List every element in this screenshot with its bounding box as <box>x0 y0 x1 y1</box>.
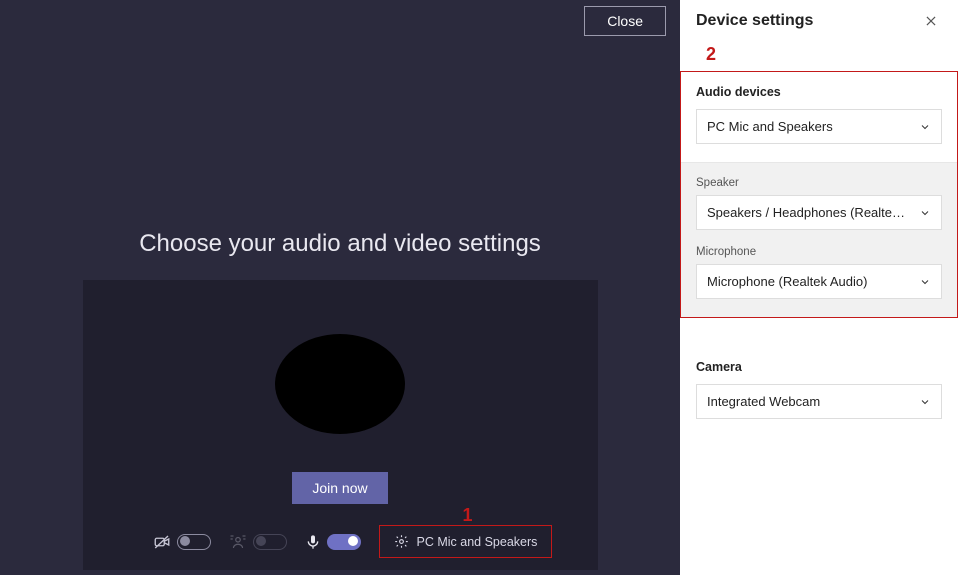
video-preview-card: Join now 1 <box>83 280 598 570</box>
camera-select[interactable]: Integrated Webcam <box>696 384 942 419</box>
audio-devices-highlight: Audio devices PC Mic and Speakers Speake… <box>680 71 958 318</box>
speaker-select[interactable]: Speakers / Headphones (Realtek Aud... <box>696 195 942 230</box>
join-now-button[interactable]: Join now <box>292 472 387 504</box>
panel-header: Device settings <box>680 12 958 40</box>
avatar-placeholder <box>275 334 405 434</box>
chevron-down-icon <box>919 276 931 288</box>
audio-device-select[interactable]: PC Mic and Speakers <box>696 109 942 144</box>
chevron-down-icon <box>919 207 931 219</box>
microphone-label: Microphone <box>696 246 942 258</box>
mic-toggle[interactable] <box>327 534 361 550</box>
panel-close-button[interactable] <box>920 12 942 30</box>
speaker-mic-group: Speaker Speakers / Headphones (Realtek A… <box>680 163 958 318</box>
camera-value: Integrated Webcam <box>707 394 820 409</box>
close-button[interactable]: Close <box>584 6 666 36</box>
audio-device-value: PC Mic and Speakers <box>707 119 833 134</box>
camera-toggle[interactable] <box>177 534 211 550</box>
speaker-label: Speaker <box>696 177 942 189</box>
microphone-value: Microphone (Realtek Audio) <box>707 274 867 289</box>
chevron-down-icon <box>919 121 931 133</box>
microphone-icon <box>305 533 321 551</box>
page-heading: Choose your audio and video settings <box>139 230 541 258</box>
device-settings-label: PC Mic and Speakers <box>417 535 538 549</box>
background-effects-icon <box>229 533 247 551</box>
prejoin-controls: PC Mic and Speakers <box>83 525 598 558</box>
camera-control <box>153 533 211 551</box>
device-settings-button[interactable]: PC Mic and Speakers <box>379 525 553 558</box>
camera-label: Camera <box>696 360 942 374</box>
background-toggle[interactable] <box>253 534 287 550</box>
prejoin-main: Close Choose your audio and video settin… <box>0 0 680 575</box>
chevron-down-icon <box>919 396 931 408</box>
camera-off-icon <box>153 533 171 551</box>
panel-title: Device settings <box>696 12 813 30</box>
audio-devices-group: Audio devices PC Mic and Speakers <box>680 71 958 163</box>
mic-control <box>305 533 361 551</box>
audio-devices-label: Audio devices <box>696 85 942 99</box>
background-control <box>229 533 287 551</box>
annotation-2: 2 <box>680 40 958 71</box>
speaker-value: Speakers / Headphones (Realtek Aud... <box>707 205 909 220</box>
camera-group: Camera Integrated Webcam <box>680 346 958 437</box>
device-settings-panel: Device settings 2 Audio devices PC Mic a… <box>680 0 958 575</box>
microphone-select[interactable]: Microphone (Realtek Audio) <box>696 264 942 299</box>
annotation-1: 1 <box>463 505 473 526</box>
gear-icon <box>394 534 409 549</box>
